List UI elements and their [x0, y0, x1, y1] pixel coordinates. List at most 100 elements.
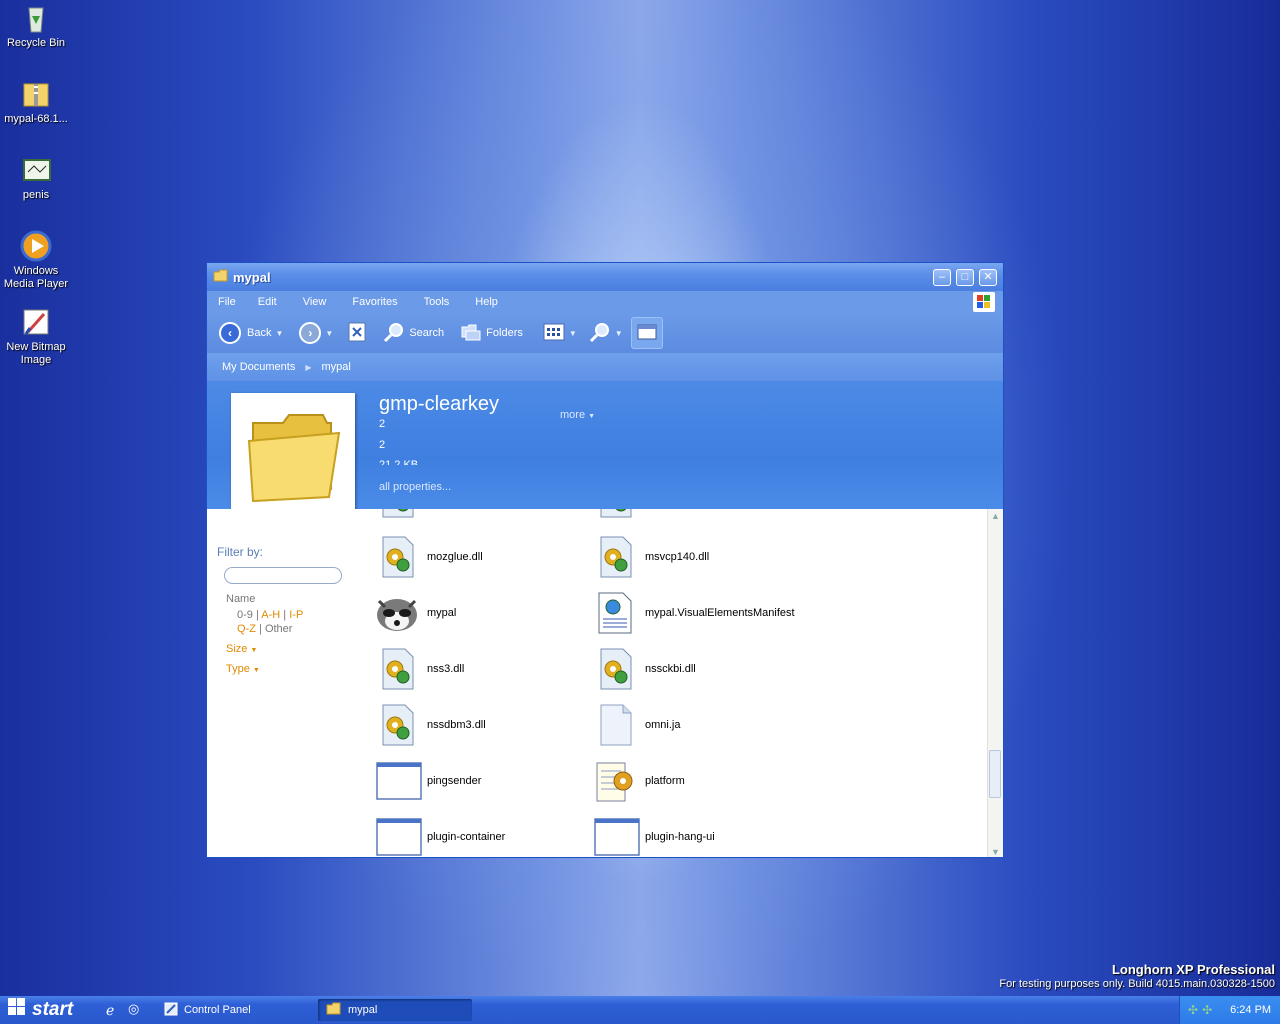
- file-name: mypal.VisualElementsManifest: [645, 607, 795, 619]
- folders-icon: [460, 323, 482, 344]
- more-link[interactable]: more ▼: [560, 409, 595, 421]
- file-item[interactable]: omni.ja: [593, 703, 680, 747]
- file-item[interactable]: mozglue.dll: [375, 535, 483, 579]
- filter-size[interactable]: Size ▼: [226, 643, 357, 655]
- file-item[interactable]: mypal: [375, 591, 456, 635]
- file-item[interactable]: plugin-container: [375, 815, 506, 857]
- desktop-icon-mypal-archive[interactable]: mypal-68.1...: [0, 78, 72, 126]
- file-name: platform: [645, 775, 685, 787]
- chevron-down-icon: ▼: [325, 328, 334, 338]
- menu-bar: File Edit View Favorites Tools Help: [207, 291, 1003, 313]
- file-item[interactable]: nssdbm3.dll: [375, 703, 486, 747]
- scroll-down-arrow-icon[interactable]: ▼: [991, 847, 1000, 857]
- back-button[interactable]: ‹ Back ▼: [219, 322, 283, 344]
- menu-help[interactable]: Help: [467, 296, 506, 308]
- media-player-quicklaunch-icon[interactable]: ◎: [128, 1001, 139, 1017]
- filter-name-label: Name: [226, 593, 256, 605]
- menu-edit[interactable]: Edit: [250, 296, 285, 308]
- vertical-scrollbar[interactable]: ▲ ▼: [987, 509, 1003, 857]
- breadcrumb-mypal[interactable]: mypal: [322, 361, 351, 373]
- file-item[interactable]: nss3.dll: [375, 647, 464, 691]
- breadcrumb: My Documents ▶ mypal: [207, 353, 1003, 381]
- preview-meta-line: 21.2 KB: [379, 459, 419, 465]
- filter-range-a-h[interactable]: A-H: [261, 609, 280, 621]
- file-item[interactable]: mypal.VisualElementsManifest: [593, 591, 795, 635]
- file-item[interactable]: nssckbi.dll: [593, 647, 696, 691]
- bitmap-image-icon: [20, 154, 52, 186]
- taskbar-control-panel[interactable]: Control Panel: [160, 999, 310, 1021]
- preview-pane-button[interactable]: [630, 317, 663, 349]
- desktop-icon-recycle-bin[interactable]: Recycle Bin: [0, 2, 72, 50]
- file-item-partial[interactable]: [593, 509, 645, 519]
- search-button[interactable]: Search: [383, 321, 444, 346]
- breadcrumb-my-documents[interactable]: My Documents: [222, 361, 295, 373]
- search-icon: [383, 321, 405, 346]
- maximize-button[interactable]: □: [956, 269, 974, 286]
- file-item-partial[interactable]: [375, 509, 427, 519]
- desktop-icon-new-bitmap[interactable]: New Bitmap Image: [0, 306, 72, 367]
- minimize-button[interactable]: –: [933, 269, 951, 286]
- scroll-thumb[interactable]: [989, 750, 1001, 798]
- stop-button[interactable]: [347, 321, 367, 346]
- security-icon[interactable]: ✣: [1202, 1003, 1212, 1017]
- chevron-down-icon: ▼: [568, 328, 577, 338]
- network-icon[interactable]: ✣: [1188, 1003, 1198, 1017]
- scroll-up-arrow-icon[interactable]: ▲: [991, 511, 1000, 521]
- taskbar-mypal[interactable]: mypal: [318, 999, 472, 1021]
- menu-favorites[interactable]: Favorites: [344, 296, 405, 308]
- menu-view[interactable]: View: [295, 296, 335, 308]
- forward-arrow-icon: ›: [299, 322, 322, 344]
- xml-manifest-icon: [593, 591, 637, 635]
- menu-file[interactable]: File: [210, 296, 244, 308]
- file-name: plugin-hang-ui: [645, 831, 715, 843]
- chevron-down-icon: ▼: [588, 413, 596, 420]
- file-view: Filter by: Name 0-9 | A-H | I-P Q-Z | Ot…: [207, 509, 1003, 857]
- desktop-icon-windows-media-player[interactable]: Windows Media Player: [0, 230, 72, 291]
- file-name: mypal: [427, 607, 457, 619]
- title-bar[interactable]: mypal – □ ✕: [207, 263, 1003, 291]
- exe-window-icon: [375, 759, 422, 803]
- close-button[interactable]: ✕: [979, 269, 997, 286]
- file-item[interactable]: msvcp140.dll: [593, 535, 709, 579]
- file-name: nss3.dll: [427, 663, 465, 675]
- breadcrumb-separator-icon: ▶: [305, 362, 312, 372]
- filter-range-i-p[interactable]: I-P: [289, 609, 303, 621]
- file-item[interactable]: plugin-hang-ui: [593, 815, 715, 857]
- exe-window-icon: [375, 815, 422, 857]
- file-item[interactable]: pingsender: [375, 759, 481, 803]
- filter-type[interactable]: Type ▼: [226, 663, 357, 675]
- desktop-icon-penis[interactable]: penis: [0, 154, 72, 202]
- chevron-down-icon: ▼: [614, 328, 623, 338]
- file-grid: mozglue.dll msvcp140.dll mypal mypal.Visual…: [367, 509, 987, 857]
- windows-logo-icon: [973, 292, 995, 312]
- file-name: plugin-container: [427, 831, 506, 843]
- menu-tools[interactable]: Tools: [416, 296, 458, 308]
- filter-input[interactable]: [224, 567, 342, 584]
- folders-button[interactable]: Folders: [460, 323, 523, 344]
- filter-range-q-z[interactable]: Q-Z: [237, 623, 256, 635]
- dll-icon: [593, 509, 637, 519]
- zoom-button[interactable]: ▼: [589, 321, 623, 346]
- build-watermark-line: For testing purposes only. Build 4015.ma…: [999, 978, 1275, 990]
- recycle-bin-icon: [20, 2, 52, 34]
- ini-settings-icon: [593, 759, 637, 803]
- folder-icon: [213, 269, 229, 286]
- forward-button[interactable]: › ▼: [299, 322, 333, 344]
- file-name: msvcp140.dll: [645, 551, 710, 563]
- views-button[interactable]: ▼: [543, 323, 577, 344]
- filter-range-0-9[interactable]: 0-9: [237, 609, 253, 621]
- filter-range-other[interactable]: Other: [265, 623, 293, 635]
- raccoon-app-icon: [375, 591, 419, 635]
- chevron-down-icon: ▼: [275, 328, 284, 338]
- blank-document-icon: [593, 703, 637, 747]
- all-properties-link[interactable]: all properties...: [379, 481, 451, 493]
- dll-icon: [375, 535, 419, 579]
- internet-explorer-icon[interactable]: ℯ: [106, 1002, 114, 1019]
- preview-pane-icon: [637, 324, 657, 343]
- file-item[interactable]: platform: [593, 759, 685, 803]
- start-button[interactable]: start: [0, 996, 90, 1024]
- media-player-icon: [20, 230, 52, 262]
- file-name: pingsender: [427, 775, 482, 787]
- exe-window-icon: [593, 815, 640, 857]
- filter-title: Filter by:: [217, 545, 264, 559]
